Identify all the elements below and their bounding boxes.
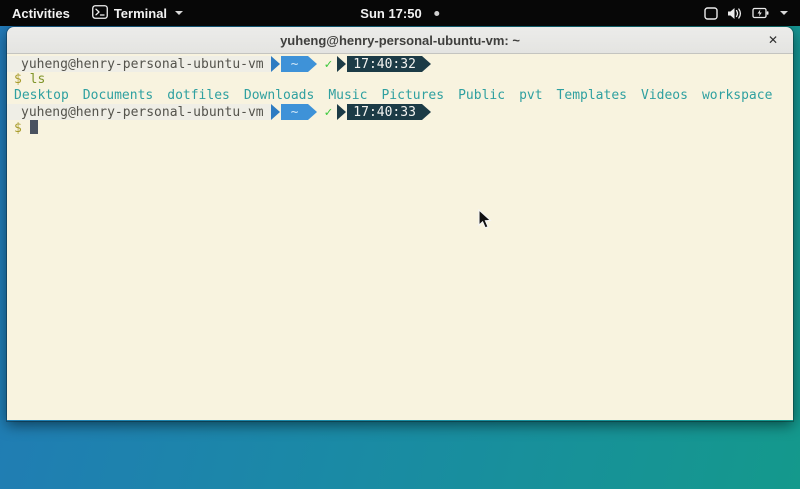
- input-line: $: [7, 120, 793, 136]
- chevron-down-icon: [175, 11, 183, 15]
- directory-name: Desktop: [14, 88, 69, 103]
- system-menu[interactable]: [692, 0, 800, 26]
- directory-name: workspace: [702, 88, 772, 103]
- window-title: yuheng@henry-personal-ubuntu-vm: ~: [280, 33, 520, 48]
- powerline-separator-icon: [337, 56, 346, 72]
- prompt-line: yuheng@henry-personal-ubuntu-vm ~ ✓ 17:4…: [7, 104, 793, 120]
- directory-name: Music: [328, 88, 367, 103]
- prompt-time-segment: 17:40:32: [347, 56, 422, 72]
- powerline-separator-icon: [308, 104, 317, 120]
- prompt-time-segment: 17:40:33: [347, 104, 422, 120]
- powerline-separator-icon: [271, 104, 280, 120]
- window-titlebar[interactable]: yuheng@henry-personal-ubuntu-vm: ~ ✕: [7, 27, 793, 54]
- terminal-app-icon: [92, 5, 108, 22]
- powerline-separator-icon: [308, 56, 317, 72]
- prompt-host-segment: yuheng@henry-personal-ubuntu-vm: [7, 56, 271, 72]
- directory-name: Public: [458, 88, 505, 103]
- directory-name: Documents: [83, 88, 153, 103]
- directory-name: Templates: [557, 88, 627, 103]
- mouse-cursor-icon: [478, 209, 493, 230]
- status-check-icon: ✓: [324, 104, 332, 120]
- prompt-symbol: $: [14, 72, 22, 87]
- clock-button[interactable]: Sun 17:50: [350, 0, 449, 26]
- ls-output-line: Desktop Documents dotfiles Downloads Music Pi…: [7, 88, 793, 104]
- directory-name: Videos: [641, 88, 688, 103]
- status-check-icon: ✓: [324, 56, 332, 72]
- display-icon: [704, 7, 718, 20]
- prompt-line: yuheng@henry-personal-ubuntu-vm ~ ✓ 17:4…: [7, 56, 793, 72]
- app-menu[interactable]: Terminal: [82, 0, 193, 26]
- directory-name: Downloads: [244, 88, 314, 103]
- terminal-window: yuheng@henry-personal-ubuntu-vm: ~ ✕ yuh…: [7, 27, 793, 421]
- directory-name: dotfiles: [167, 88, 230, 103]
- powerline-separator-icon: [422, 104, 431, 120]
- prompt-cwd-segment: ~: [281, 104, 309, 120]
- notification-dot-icon: [435, 11, 440, 16]
- activities-button[interactable]: Activities: [0, 0, 82, 26]
- close-icon[interactable]: ✕: [763, 30, 783, 50]
- typed-command: ls: [30, 72, 46, 87]
- clock-label: Sun 17:50: [360, 6, 421, 21]
- terminal-content[interactable]: yuheng@henry-personal-ubuntu-vm ~ ✓ 17:4…: [7, 54, 793, 420]
- powerline-separator-icon: [271, 56, 280, 72]
- battery-charging-icon: [752, 7, 769, 19]
- powerline-separator-icon: [337, 104, 346, 120]
- directory-name: Pictures: [381, 88, 444, 103]
- app-menu-label: Terminal: [114, 6, 167, 21]
- powerline-separator-icon: [422, 56, 431, 72]
- prompt-symbol: $: [14, 121, 22, 136]
- prompt-host-segment: yuheng@henry-personal-ubuntu-vm: [7, 104, 271, 120]
- top-bar: Activities Terminal Sun 17:50: [0, 0, 800, 26]
- terminal-cursor: [30, 120, 38, 134]
- chevron-down-icon: [780, 11, 788, 15]
- volume-icon: [727, 7, 743, 20]
- directory-name: pvt: [519, 88, 542, 103]
- command-line: $ ls: [7, 72, 793, 88]
- prompt-cwd-segment: ~: [281, 56, 309, 72]
